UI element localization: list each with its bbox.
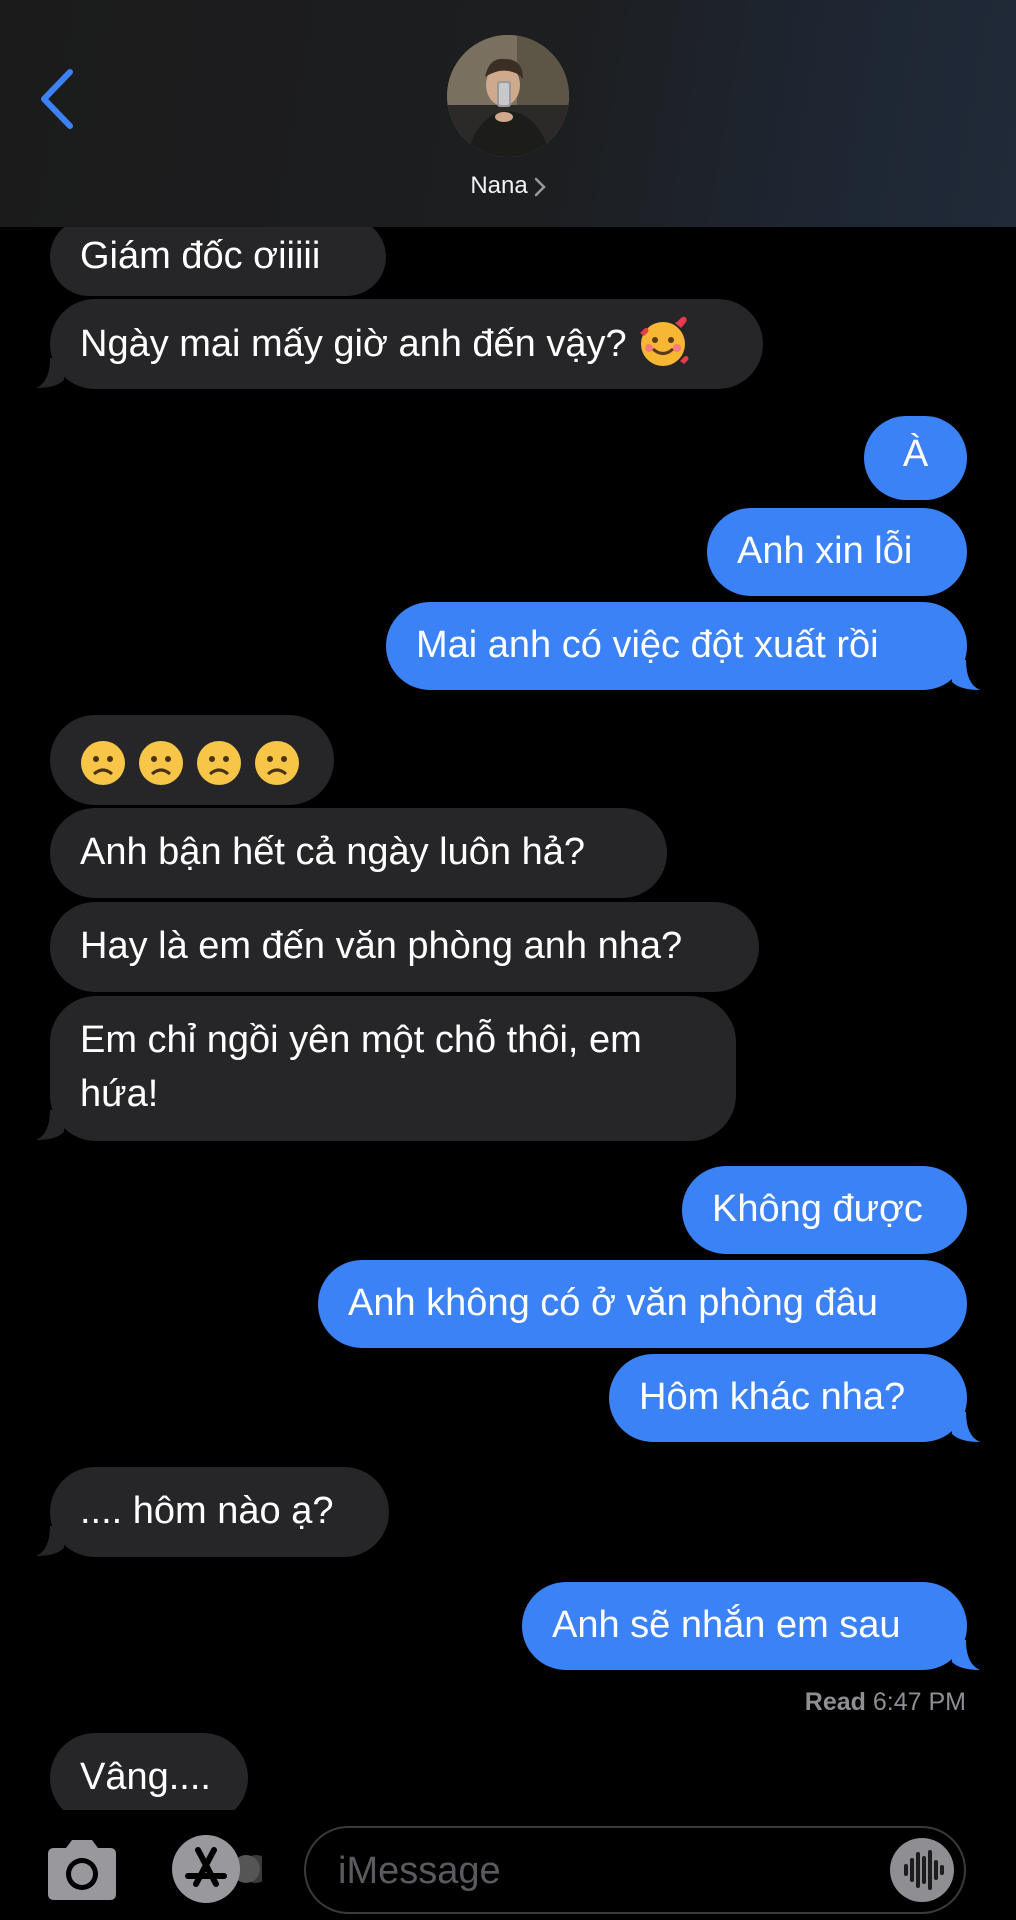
message-incoming[interactable]: Hay là em đến văn phòng anh nha? [50, 902, 759, 992]
read-label: Read [804, 1688, 866, 1716]
frowning-face-icon [255, 740, 299, 785]
message-outgoing[interactable]: Anh không có ở văn phòng đâu [318, 1260, 967, 1348]
chevron-left-icon[interactable] [34, 66, 80, 132]
audio-message-button[interactable] [890, 1838, 954, 1902]
message-incoming[interactable]: Em chỉ ngồi yên một chỗ thôi, em hứa! [50, 996, 736, 1141]
message-outgoing[interactable]: À [864, 416, 967, 500]
message-input-field[interactable] [304, 1826, 966, 1914]
bubble-tail [952, 1412, 980, 1442]
frowning-faces [80, 740, 300, 786]
message-outgoing[interactable]: Anh sẽ nhắn em sau [522, 1582, 967, 1670]
message-incoming[interactable]: Anh bận hết cả ngày luôn hả? [50, 808, 667, 898]
smiling-face-with-hearts-icon [640, 316, 689, 366]
bubble-tail [952, 660, 980, 690]
message-incoming[interactable]: Ngày mai mấy giờ anh đến vậy? [50, 299, 763, 389]
read-receipt: Read 6:47 PM [805, 1688, 966, 1717]
contact-photo [447, 35, 569, 157]
waveform-icon [904, 1850, 944, 1890]
camera-icon[interactable] [42, 1838, 122, 1902]
contact-name[interactable]: Nana [0, 172, 1016, 200]
frowning-face-icon [197, 740, 241, 785]
frowning-face-icon [139, 740, 183, 785]
chevron-right-icon [534, 177, 546, 196]
message-outgoing[interactable]: Anh xin lỗi [707, 508, 967, 596]
message-outgoing[interactable]: Mai anh có việc đột xuất rồi [386, 602, 967, 690]
conversation-header: Nana [0, 0, 1016, 227]
conversation: Giám đốc ơiiiii Ngày mai mấy giờ anh đến… [0, 0, 1016, 1810]
bubble-tail [36, 1110, 64, 1140]
message-incoming[interactable]: Vâng.... [50, 1733, 248, 1810]
message-incoming[interactable]: Giám đốc ơiiiii [50, 218, 386, 296]
contact-name-label: Nana [470, 172, 528, 199]
message-text: Ngày mai mấy giờ anh đến vậy? [80, 323, 638, 365]
message-incoming[interactable] [50, 715, 334, 805]
message-incoming[interactable]: .... hôm nào ạ? [50, 1467, 389, 1557]
bubble-tail [36, 358, 64, 388]
bubble-tail [952, 1640, 980, 1670]
read-time: 6:47 PM [872, 1688, 966, 1716]
avatar[interactable] [447, 35, 569, 157]
app-store-icon[interactable] [170, 1834, 262, 1904]
frowning-face-icon [81, 740, 125, 785]
message-input[interactable] [336, 1842, 860, 1900]
bubble-tail [36, 1526, 64, 1556]
message-outgoing[interactable]: Không được [682, 1166, 967, 1254]
message-outgoing[interactable]: Hôm khác nha? [609, 1354, 967, 1442]
